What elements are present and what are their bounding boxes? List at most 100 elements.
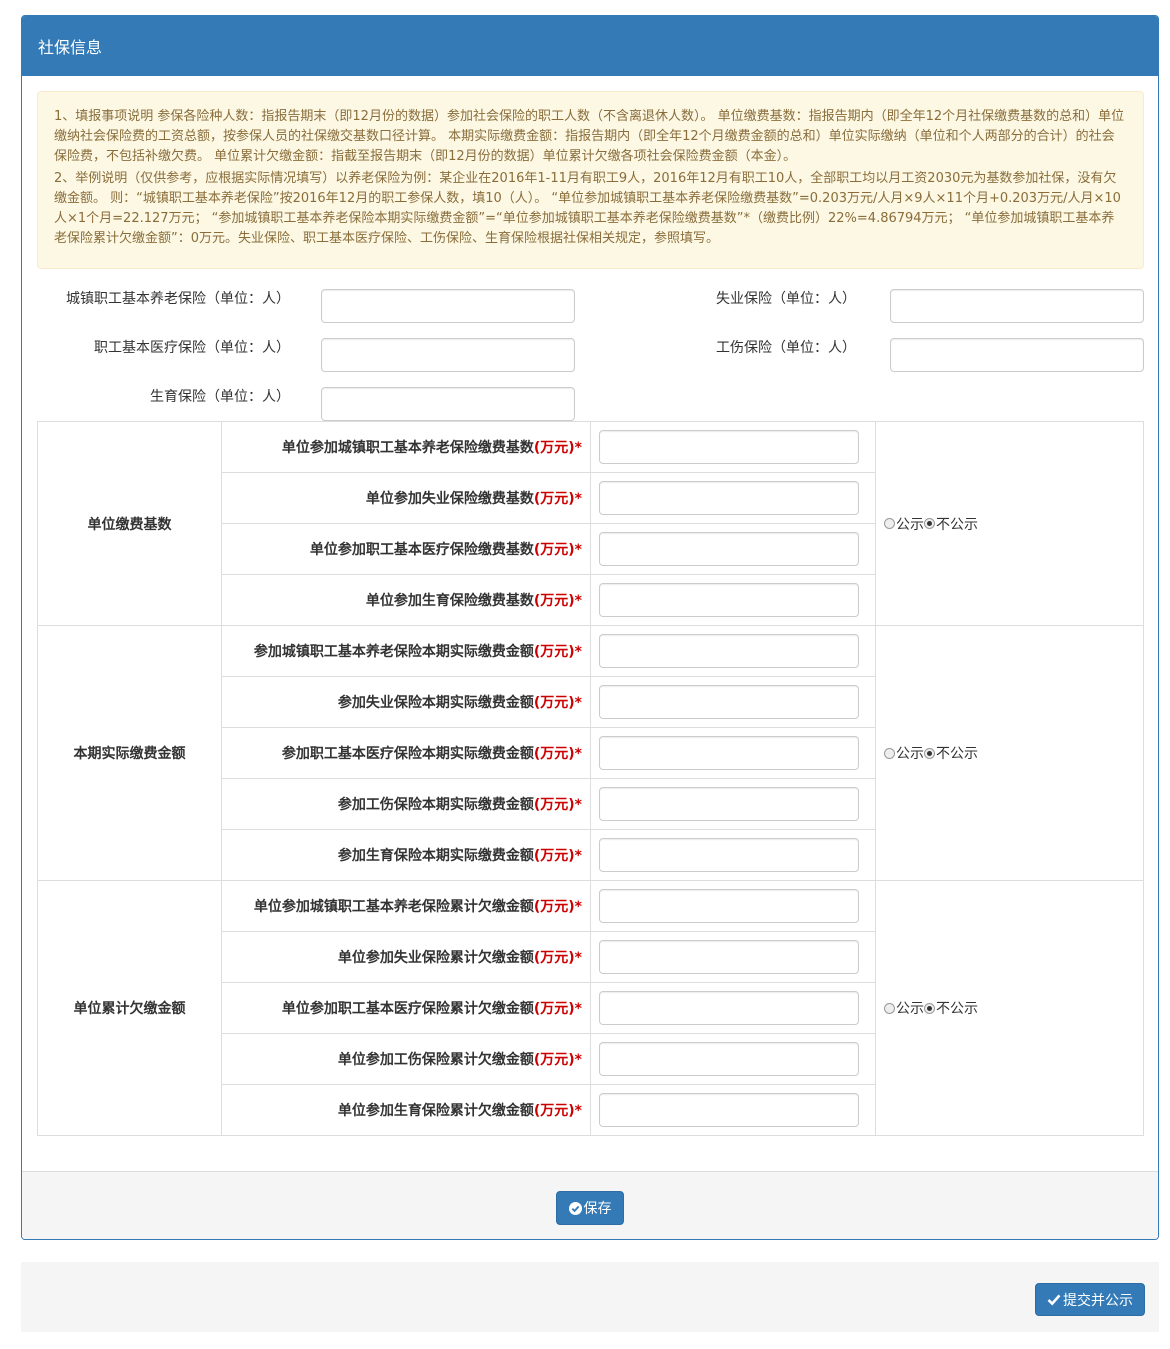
submit-button-label: 提交并公示: [1063, 1292, 1133, 1309]
save-button[interactable]: 保存: [556, 1191, 624, 1225]
unit-label: (万元): [533, 542, 575, 558]
amount-input[interactable]: [599, 736, 859, 770]
instructions-notice: 1、填报事项说明 参保各险种人数：指报告期末（即12月份的数据）参加社会保险的职…: [37, 91, 1144, 269]
amount-input[interactable]: [599, 889, 859, 923]
field-label-cell: 单位参加城镇职工基本养老保险累计欠缴金额(万元)*: [221, 880, 591, 932]
amount-input[interactable]: [599, 583, 859, 617]
field-label: 单位参加城镇职工基本养老保险缴费基数: [281, 440, 534, 456]
required-mark: *: [574, 695, 582, 711]
field-label: 单位参加生育保险缴费基数: [365, 593, 534, 609]
bottom-action-bar: 提交并公示: [21, 1262, 1159, 1332]
private-radio-label: 不公示: [936, 746, 978, 762]
medical-count-label: 职工基本医疗保险（单位：人）: [94, 340, 290, 356]
public-radio[interactable]: [884, 1002, 895, 1014]
panel-title: 社保信息: [22, 16, 1158, 76]
field-label-cell: 单位参加生育保险累计欠缴金额(万元)*: [221, 1084, 591, 1136]
required-mark: *: [574, 491, 582, 507]
amount-input[interactable]: [599, 1093, 859, 1127]
field-input-cell: [590, 982, 876, 1034]
save-button-label: 保存: [583, 1201, 612, 1217]
group-title: 单位缴费基数: [37, 421, 222, 626]
notice-paragraph-1: 1、填报事项说明 参保各险种人数：指报告期末（即12月份的数据）参加社会保险的职…: [54, 109, 1125, 164]
required-mark: *: [574, 542, 582, 558]
required-mark: *: [574, 797, 582, 813]
publicity-cell: 公示 不公示: [875, 421, 1144, 626]
amount-input[interactable]: [599, 1042, 859, 1076]
amount-input[interactable]: [599, 430, 859, 464]
field-label: 单位参加职工基本医疗保险累计欠缴金额: [281, 1001, 534, 1017]
field-label-cell: 单位参加生育保险缴费基数(万元)*: [221, 574, 591, 626]
amount-input[interactable]: [599, 991, 859, 1025]
unit-label: (万元): [533, 1001, 575, 1017]
unit-label: (万元): [533, 950, 575, 966]
maternity-count-input[interactable]: [321, 387, 575, 421]
amount-input[interactable]: [599, 634, 859, 668]
panel-footer: 保存: [22, 1171, 1158, 1239]
field-label: 参加失业保险本期实际缴费金额: [337, 695, 534, 711]
submit-publish-button[interactable]: 提交并公示: [1035, 1283, 1145, 1316]
field-label: 单位参加职工基本医疗保险缴费基数: [309, 542, 534, 558]
field-label-cell: 参加生育保险本期实际缴费金额(万元)*: [221, 829, 591, 881]
required-mark: *: [574, 1001, 582, 1017]
field-label: 单位参加失业保险缴费基数: [365, 491, 534, 507]
notice-paragraph-2: 2、举例说明（仅供参考，应根据实际情况填写）以养老保险为例：某企业在2016年1…: [54, 171, 1121, 246]
field-label-cell: 参加城镇职工基本养老保险本期实际缴费金额(万元)*: [221, 625, 591, 677]
field-label: 参加生育保险本期实际缴费金额: [337, 848, 534, 864]
publicity-radio-group: 公示 不公示: [884, 743, 1143, 763]
field-label-cell: 单位参加工伤保险累计欠缴金额(万元)*: [221, 1033, 591, 1085]
field-input-cell: [590, 574, 876, 626]
required-mark: *: [574, 1103, 582, 1119]
field-input-cell: [590, 931, 876, 983]
field-label-cell: 参加工伤保险本期实际缴费金额(万元)*: [221, 778, 591, 830]
amount-input[interactable]: [599, 532, 859, 566]
field-label-cell: 参加失业保险本期实际缴费金额(万元)*: [221, 676, 591, 728]
group-title: 单位累计欠缴金额: [37, 880, 222, 1136]
field-label-cell: 单位参加职工基本医疗保险缴费基数(万元)*: [221, 523, 591, 575]
field-label-cell: 单位参加职工基本医疗保险累计欠缴金额(万元)*: [221, 982, 591, 1034]
field-label-cell: 单位参加失业保险累计欠缴金额(万元)*: [221, 931, 591, 983]
required-mark: *: [574, 848, 582, 864]
field-input-cell: [590, 727, 876, 779]
required-mark: *: [574, 440, 582, 456]
unit-label: (万元): [533, 491, 575, 507]
unit-label: (万元): [533, 746, 575, 762]
unemployment-count-input[interactable]: [890, 289, 1144, 323]
unit-label: (万元): [533, 848, 575, 864]
unemployment-count-label: 失业保险（单位：人）: [716, 291, 856, 307]
maternity-count-label: 生育保险（单位：人）: [150, 389, 290, 405]
private-radio[interactable]: [924, 747, 935, 759]
unit-label: (万元): [533, 899, 575, 915]
private-radio[interactable]: [924, 1002, 935, 1014]
field-input-cell: [590, 1084, 876, 1136]
required-mark: *: [574, 644, 582, 660]
field-label-cell: 单位参加城镇职工基本养老保险缴费基数(万元)*: [221, 421, 591, 473]
publicity-radio-group: 公示 不公示: [884, 514, 1143, 534]
payment-table: 单位缴费基数 单位参加城镇职工基本养老保险缴费基数(万元)* 公示 不公示 单位参加失业…: [37, 421, 1144, 1136]
field-label-cell: 单位参加失业保险缴费基数(万元)*: [221, 472, 591, 524]
field-label: 单位参加工伤保险累计欠缴金额: [337, 1052, 534, 1068]
pension-count-input[interactable]: [321, 289, 575, 323]
public-radio-label: 公示: [896, 746, 924, 762]
public-radio[interactable]: [884, 518, 895, 529]
amount-input[interactable]: [599, 940, 859, 974]
pension-count-label: 城镇职工基本养老保险（单位：人）: [66, 291, 290, 307]
field-input-cell: [590, 829, 876, 881]
amount-input[interactable]: [599, 787, 859, 821]
medical-count-input[interactable]: [321, 338, 575, 372]
public-radio[interactable]: [884, 747, 895, 759]
amount-input[interactable]: [599, 838, 859, 872]
field-input-cell: [590, 676, 876, 728]
required-mark: *: [574, 950, 582, 966]
check-circle-icon: [568, 1201, 582, 1215]
amount-input[interactable]: [599, 685, 859, 719]
private-radio[interactable]: [924, 518, 935, 529]
publicity-cell: 公示 不公示: [875, 880, 1144, 1136]
table-row: 单位累计欠缴金额 单位参加城镇职工基本养老保险累计欠缴金额(万元)* 公示 不公示: [37, 880, 1144, 1136]
field-input-cell: [590, 421, 876, 473]
field-input-cell: [590, 625, 876, 677]
table-row: 本期实际缴费金额 参加城镇职工基本养老保险本期实际缴费金额(万元)* 公示 不公示: [37, 625, 1144, 881]
amount-input[interactable]: [599, 481, 859, 515]
injury-count-input[interactable]: [890, 338, 1144, 372]
field-label: 参加城镇职工基本养老保险本期实际缴费金额: [253, 644, 534, 660]
social-insurance-panel: 社保信息 1、填报事项说明 参保各险种人数：指报告期末（即12月份的数据）参加社…: [21, 15, 1159, 1240]
